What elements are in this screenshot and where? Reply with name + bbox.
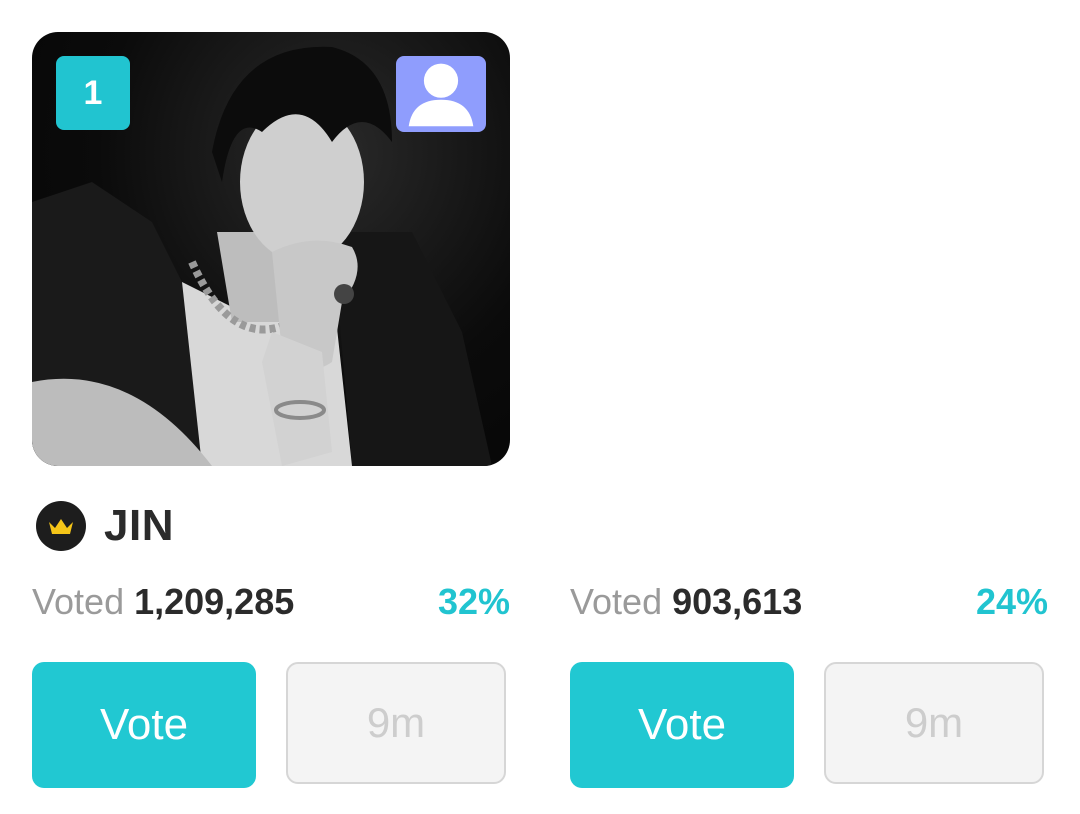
vote-button[interactable]: Vote — [32, 662, 256, 788]
voted-count: 903,613 — [672, 581, 803, 622]
timer-button[interactable]: 9m — [286, 662, 506, 784]
candidate-name-row: JIN — [36, 500, 174, 552]
voted-label: Voted — [32, 581, 125, 622]
vote-stats: Voted 1,209,285 32% — [32, 578, 510, 626]
candidate-name: JIN — [104, 501, 174, 550]
vote-percent: 24% — [975, 581, 1048, 622]
voted-count: 1,209,285 — [134, 581, 295, 622]
crown-icon — [36, 501, 86, 551]
rank-badge: 1 — [56, 56, 130, 130]
vote-percent: 32% — [437, 581, 510, 622]
user-icon — [408, 63, 474, 127]
candidate-photo[interactable]: 1 — [32, 32, 510, 466]
timer-button[interactable]: 9m — [824, 662, 1044, 784]
vote-button[interactable]: Vote — [570, 662, 794, 788]
vote-stats: Voted 903,613 24% — [570, 578, 1048, 626]
voted-label: Voted — [570, 581, 663, 622]
profile-button[interactable] — [396, 56, 486, 132]
